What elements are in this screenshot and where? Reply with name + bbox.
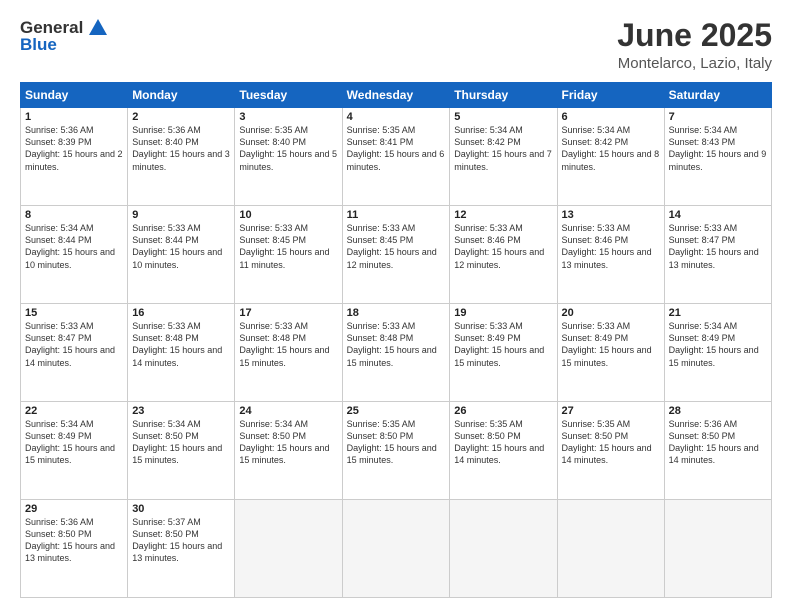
day-26: 26 Sunrise: 5:35 AMSunset: 8:50 PMDaylig… <box>450 402 557 500</box>
month-title: June 2025 <box>617 18 772 53</box>
weekday-header-row: Sunday Monday Tuesday Wednesday Thursday… <box>21 83 772 108</box>
calendar: Sunday Monday Tuesday Wednesday Thursday… <box>20 82 772 598</box>
logo: General Blue <box>20 18 107 55</box>
header-sunday: Sunday <box>21 83 128 108</box>
logo-icon <box>89 19 107 35</box>
location: Montelarco, Lazio, Italy <box>617 55 772 72</box>
day-1: 1 Sunrise: 5:36 AMSunset: 8:39 PMDayligh… <box>21 108 128 206</box>
day-11: 11 Sunrise: 5:33 AMSunset: 8:45 PMDaylig… <box>342 206 450 304</box>
day-9: 9 Sunrise: 5:33 AMSunset: 8:44 PMDayligh… <box>128 206 235 304</box>
empty-cell-5 <box>664 500 771 598</box>
week-row-4: 22 Sunrise: 5:34 AMSunset: 8:49 PMDaylig… <box>21 402 772 500</box>
day-5: 5 Sunrise: 5:34 AMSunset: 8:42 PMDayligh… <box>450 108 557 206</box>
day-21: 21 Sunrise: 5:34 AMSunset: 8:49 PMDaylig… <box>664 304 771 402</box>
day-23: 23 Sunrise: 5:34 AMSunset: 8:50 PMDaylig… <box>128 402 235 500</box>
week-row-3: 15 Sunrise: 5:33 AMSunset: 8:47 PMDaylig… <box>21 304 772 402</box>
title-section: June 2025 Montelarco, Lazio, Italy <box>617 18 772 72</box>
day-18: 18 Sunrise: 5:33 AMSunset: 8:48 PMDaylig… <box>342 304 450 402</box>
day-24: 24 Sunrise: 5:34 AMSunset: 8:50 PMDaylig… <box>235 402 342 500</box>
header-tuesday: Tuesday <box>235 83 342 108</box>
logo-blue: Blue <box>20 35 57 55</box>
day-20: 20 Sunrise: 5:33 AMSunset: 8:49 PMDaylig… <box>557 304 664 402</box>
day-30: 30 Sunrise: 5:37 AMSunset: 8:50 PMDaylig… <box>128 500 235 598</box>
empty-cell-4 <box>557 500 664 598</box>
week-row-5: 29 Sunrise: 5:36 AMSunset: 8:50 PMDaylig… <box>21 500 772 598</box>
day-29: 29 Sunrise: 5:36 AMSunset: 8:50 PMDaylig… <box>21 500 128 598</box>
page: General Blue June 2025 Montelarco, Lazio… <box>0 0 792 612</box>
day-16: 16 Sunrise: 5:33 AMSunset: 8:48 PMDaylig… <box>128 304 235 402</box>
day-14: 14 Sunrise: 5:33 AMSunset: 8:47 PMDaylig… <box>664 206 771 304</box>
header-monday: Monday <box>128 83 235 108</box>
day-7: 7 Sunrise: 5:34 AMSunset: 8:43 PMDayligh… <box>664 108 771 206</box>
day-12: 12 Sunrise: 5:33 AMSunset: 8:46 PMDaylig… <box>450 206 557 304</box>
header: General Blue June 2025 Montelarco, Lazio… <box>20 18 772 72</box>
day-2: 2 Sunrise: 5:36 AMSunset: 8:40 PMDayligh… <box>128 108 235 206</box>
day-4: 4 Sunrise: 5:35 AMSunset: 8:41 PMDayligh… <box>342 108 450 206</box>
empty-cell-3 <box>450 500 557 598</box>
header-friday: Friday <box>557 83 664 108</box>
day-15: 15 Sunrise: 5:33 AMSunset: 8:47 PMDaylig… <box>21 304 128 402</box>
day-17: 17 Sunrise: 5:33 AMSunset: 8:48 PMDaylig… <box>235 304 342 402</box>
week-row-1: 1 Sunrise: 5:36 AMSunset: 8:39 PMDayligh… <box>21 108 772 206</box>
empty-cell-1 <box>235 500 342 598</box>
day-10: 10 Sunrise: 5:33 AMSunset: 8:45 PMDaylig… <box>235 206 342 304</box>
day-22: 22 Sunrise: 5:34 AMSunset: 8:49 PMDaylig… <box>21 402 128 500</box>
day-28: 28 Sunrise: 5:36 AMSunset: 8:50 PMDaylig… <box>664 402 771 500</box>
header-wednesday: Wednesday <box>342 83 450 108</box>
header-saturday: Saturday <box>664 83 771 108</box>
day-6: 6 Sunrise: 5:34 AMSunset: 8:42 PMDayligh… <box>557 108 664 206</box>
day-13: 13 Sunrise: 5:33 AMSunset: 8:46 PMDaylig… <box>557 206 664 304</box>
header-thursday: Thursday <box>450 83 557 108</box>
day-27: 27 Sunrise: 5:35 AMSunset: 8:50 PMDaylig… <box>557 402 664 500</box>
day-8: 8 Sunrise: 5:34 AMSunset: 8:44 PMDayligh… <box>21 206 128 304</box>
week-row-2: 8 Sunrise: 5:34 AMSunset: 8:44 PMDayligh… <box>21 206 772 304</box>
day-25: 25 Sunrise: 5:35 AMSunset: 8:50 PMDaylig… <box>342 402 450 500</box>
day-3: 3 Sunrise: 5:35 AMSunset: 8:40 PMDayligh… <box>235 108 342 206</box>
day-19: 19 Sunrise: 5:33 AMSunset: 8:49 PMDaylig… <box>450 304 557 402</box>
empty-cell-2 <box>342 500 450 598</box>
